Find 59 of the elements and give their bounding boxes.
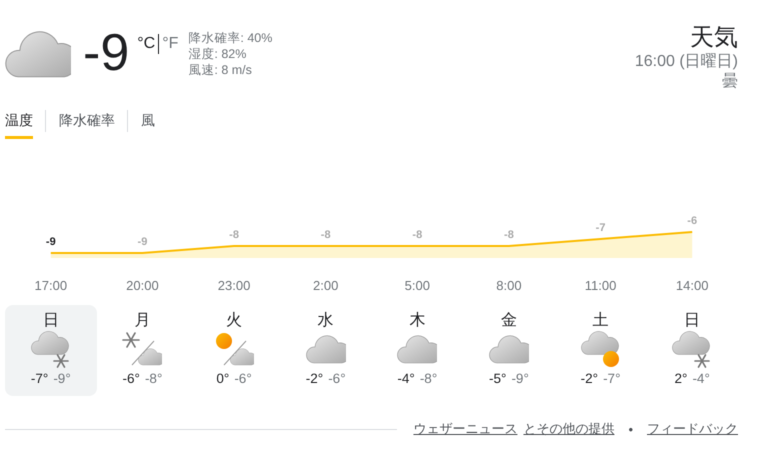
low-temperature: -9° xyxy=(53,371,71,386)
high-temperature: -5° xyxy=(489,371,506,386)
high-temperature: 0° xyxy=(216,371,230,386)
low-temperature: -9° xyxy=(511,371,529,386)
low-temperature: -6° xyxy=(328,371,346,386)
unit-toggle[interactable]: °C xyxy=(137,35,156,53)
high-temperature: -4° xyxy=(397,371,415,386)
high-temperature: 2° xyxy=(674,371,688,386)
unit-toggle[interactable]: °F xyxy=(162,35,178,53)
day-name: 日 xyxy=(684,311,700,331)
day-name: 日 xyxy=(42,311,59,331)
time-label: 14:00 xyxy=(676,278,708,293)
tab[interactable]: 温度 xyxy=(5,110,33,139)
day-name: 水 xyxy=(318,311,334,331)
widget-title: 天気 xyxy=(690,24,738,52)
time-label: 8:00 xyxy=(496,278,522,293)
time-label: 5:00 xyxy=(404,278,430,293)
current-time: 16:00 (日曜日) xyxy=(634,52,738,72)
value-label: -8 xyxy=(504,229,514,241)
separator-dot: • xyxy=(628,422,633,436)
weather-detail: 降水確率: 40% xyxy=(188,30,272,46)
value-label: -8 xyxy=(320,229,331,241)
time-label: 2:00 xyxy=(313,278,338,293)
low-temperature: -7° xyxy=(603,371,620,386)
high-temperature: -2° xyxy=(580,371,598,386)
temperature: -9 xyxy=(83,24,130,82)
day-name: 土 xyxy=(592,311,609,331)
day-name: 火 xyxy=(226,311,242,331)
current-condition: 曇 xyxy=(722,72,738,92)
weather-detail: 湿度: 82% xyxy=(188,46,248,62)
value-label: -9 xyxy=(138,236,148,248)
day-name: 月 xyxy=(134,311,150,331)
value-label: -6 xyxy=(687,215,698,227)
low-temperature: -4° xyxy=(692,371,710,386)
tab[interactable]: 降水確率 xyxy=(59,110,115,139)
low-temperature: -6° xyxy=(234,371,252,386)
value-label: -7 xyxy=(596,222,606,234)
time-label: 20:00 xyxy=(126,278,159,293)
day-card[interactable]: 日 -7° -9° xyxy=(5,305,97,396)
high-temperature: -7° xyxy=(30,371,48,386)
time-label: 17:00 xyxy=(34,278,68,293)
cloud-snow-icon xyxy=(30,331,71,371)
day-name: 木 xyxy=(409,311,426,331)
day-name: 金 xyxy=(500,311,517,331)
weather-detail: 風速: 8 m/s xyxy=(188,62,253,78)
time-label: 11:00 xyxy=(584,278,616,293)
value-label: -8 xyxy=(412,229,422,241)
value-label: -8 xyxy=(229,229,239,241)
high-temperature: -6° xyxy=(122,371,140,386)
source-link[interactable]: ウェザーニュース xyxy=(413,420,518,438)
high-temperature: -2° xyxy=(306,371,324,386)
source-link[interactable]: とその他の提供 xyxy=(523,420,614,438)
cloud-snow-icon xyxy=(672,331,712,371)
low-temperature: -8° xyxy=(144,371,162,386)
low-temperature: -8° xyxy=(420,371,438,386)
feedback-link[interactable]: フィードバック xyxy=(647,420,738,438)
time-label: 23:00 xyxy=(218,278,250,293)
tab[interactable]: 風 xyxy=(141,110,155,139)
value-label: -9 xyxy=(46,236,56,248)
